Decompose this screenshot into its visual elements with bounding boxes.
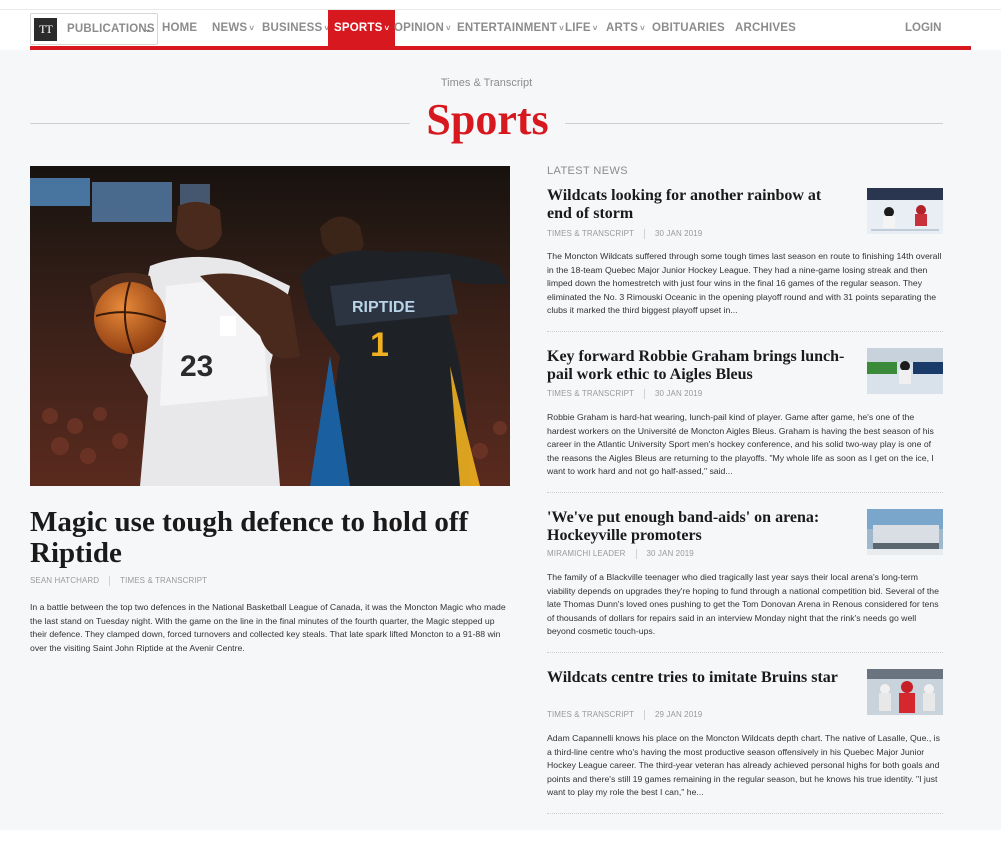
author-link[interactable]: SEAN HATCHARD — [30, 576, 99, 585]
story-headline[interactable]: Wildcats looking for another rainbow at … — [547, 187, 847, 222]
lead-story-headline[interactable]: Magic use tough defence to hold off Ript… — [30, 507, 520, 569]
nav-item-label: HOME — [162, 22, 198, 34]
nav-item-life[interactable]: LIFE ˅ — [565, 10, 598, 46]
story-summary: Adam Capannelli knows his place on the M… — [547, 733, 940, 798]
basketball-photo: RIPTIDE 1 23 — [30, 166, 510, 486]
story-divider — [547, 813, 943, 814]
publications-label: PUBLICATIONS — [67, 23, 155, 35]
source-label: TIMES & TRANSCRIPT — [120, 576, 208, 586]
nav-item-label: OBITUARIES — [652, 22, 725, 34]
story-meta: MIRAMICHI LEADER 30 JAN 2019 — [547, 549, 694, 559]
source-label: TIMES & TRANSCRIPT — [547, 710, 634, 720]
brand-logo-icon: TT — [34, 18, 57, 41]
story-meta: TIMES & TRANSCRIPT 30 JAN 2019 — [547, 229, 702, 239]
nav-item-archives[interactable]: ARCHIVES — [735, 10, 796, 46]
nav-item-news[interactable]: NEWS ˅ — [212, 10, 254, 46]
story-headline[interactable]: Key forward Robbie Graham brings lunch-p… — [547, 348, 847, 383]
meta-divider — [644, 229, 645, 239]
page-footer-strip — [0, 830, 1001, 845]
nav-item-label: ARTS — [606, 22, 639, 34]
story-thumbnail[interactable] — [867, 348, 943, 394]
meta-divider — [644, 710, 645, 720]
story-divider — [547, 652, 943, 653]
date-label: 30 JAN 2019 — [655, 229, 703, 239]
story-thumbnail[interactable] — [867, 188, 943, 234]
nav-item-opinion[interactable]: OPINION ˅ — [394, 10, 451, 46]
story-summary: The family of a Blackville teenager who … — [547, 572, 939, 637]
chevron-down-icon: ˅ — [592, 24, 598, 33]
story-divider — [547, 492, 943, 493]
story-headline[interactable]: Wildcats centre tries to imitate Bruins … — [547, 669, 847, 687]
latest-news-heading: LATEST NEWS — [547, 165, 629, 177]
hockey-thumbnail — [867, 348, 943, 394]
jersey-number-left: 23 — [180, 350, 213, 383]
story-meta: TIMES & TRANSCRIPT 29 JAN 2019 — [547, 710, 702, 720]
nav-item-business[interactable]: BUSINESS ˅ — [262, 10, 329, 46]
chevron-down-icon: ˅ — [445, 24, 451, 33]
chevron-down-icon: ˅ — [559, 24, 565, 33]
nav-item-label: LIFE — [565, 22, 591, 34]
source-label: MIRAMICHI LEADER — [547, 549, 626, 559]
login-link[interactable]: LOGIN — [905, 10, 941, 46]
meta-divider — [109, 576, 111, 586]
nav-item-sports[interactable]: SPORTS ˅ — [328, 10, 396, 46]
nav-item-label: NEWS — [212, 22, 248, 34]
story-summary: Robbie Graham is hard-hat wearing, lunch… — [547, 412, 934, 477]
nav-item-arts[interactable]: ARTS ˅ — [606, 10, 645, 46]
chevron-down-icon: ⌄ — [144, 24, 152, 34]
page-title: Sports — [410, 94, 565, 146]
nav-item-label: OPINION — [394, 22, 444, 34]
lead-story-summary: In a battle between the top two defences… — [30, 602, 506, 653]
meta-divider — [635, 549, 637, 559]
hockey-thumbnail — [867, 669, 943, 715]
story-headline[interactable]: 'We've put enough band-aids' on arena: H… — [547, 509, 847, 544]
story-thumbnail[interactable] — [867, 669, 943, 715]
lead-story-meta: SEAN HATCHARD TIMES & TRANSCRIPT — [30, 576, 207, 586]
hockey-thumbnail — [867, 188, 943, 234]
lead-story-image[interactable]: RIPTIDE 1 23 — [30, 166, 510, 486]
publications-dropdown[interactable]: TT PUBLICATIONS ⌄ — [30, 13, 158, 45]
nav-item-label: ARCHIVES — [735, 22, 797, 34]
site-name[interactable]: Times & Transcript — [0, 77, 973, 89]
meta-divider — [644, 389, 645, 399]
date-label: 30 JAN 2019 — [655, 389, 703, 399]
chevron-down-icon: ˅ — [249, 24, 255, 33]
nav-item-obituaries[interactable]: OBITUARIES — [652, 10, 725, 46]
date-label: 29 JAN 2019 — [655, 710, 703, 720]
date-label: 30 JAN 2019 — [646, 549, 694, 559]
story-divider — [547, 331, 943, 332]
nav-item-label: SPORTS — [334, 22, 383, 34]
source-label: TIMES & TRANSCRIPT — [547, 389, 634, 399]
story-meta: TIMES & TRANSCRIPT 30 JAN 2019 — [547, 389, 702, 399]
source-label: TIMES & TRANSCRIPT — [547, 229, 634, 239]
nav-item-label: ENTERTAINMENT — [457, 22, 558, 34]
nav-item-entertainment[interactable]: ENTERTAINMENT ˅ — [457, 10, 564, 46]
chevron-down-icon: ˅ — [640, 24, 645, 33]
jersey-number-right: 1 — [370, 326, 389, 364]
nav-item-label: BUSINESS — [262, 22, 323, 34]
nav-item-home[interactable]: HOME — [162, 10, 197, 46]
chevron-down-icon: ˅ — [384, 24, 390, 33]
story-thumbnail[interactable] — [867, 509, 943, 555]
story-summary: The Moncton Wildcats suffered through so… — [547, 251, 942, 316]
jersey-team-text: RIPTIDE — [352, 299, 415, 316]
arena-thumbnail — [867, 509, 943, 555]
